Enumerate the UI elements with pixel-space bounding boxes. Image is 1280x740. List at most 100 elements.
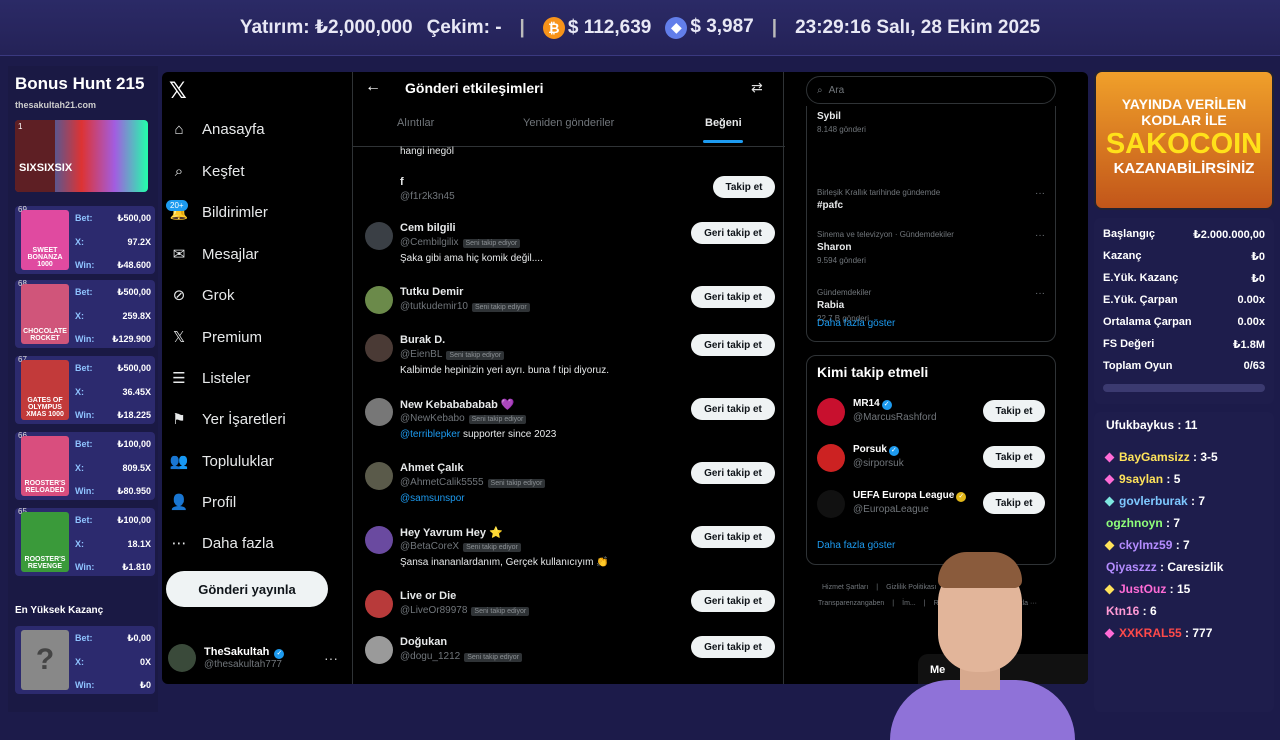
trend-item[interactable]: Sinema ve televizyon · Gündemdekiler Shar… [817, 230, 1045, 265]
stat-value: ₺0 [1251, 273, 1265, 285]
nav-item-8[interactable]: 👥 Topluluklar [169, 452, 274, 471]
user-handle: @BetaCoreX Seni takip ediyor [400, 541, 521, 552]
chat-text: : 6 [1139, 604, 1157, 618]
follow-button[interactable]: Geri takip et [691, 334, 775, 356]
more-icon[interactable]: ··· [324, 650, 338, 666]
who-to-follow-title: Kimi takip etmeli [817, 364, 929, 380]
avatar [365, 462, 393, 490]
user-bio: Kalbimde hepinizin yeri ayrı. buna f tip… [400, 365, 609, 376]
avatar [365, 286, 393, 314]
nav-item-1[interactable]: ⌕ Keşfet [170, 162, 245, 180]
back-arrow-icon[interactable]: ← [365, 78, 381, 96]
follow-button[interactable]: Geri takip et [691, 398, 775, 420]
avatar [365, 590, 393, 618]
nav-item-0[interactable]: ⌂ Anasayfa [170, 120, 265, 138]
footer-link[interactable]: Hizmet Şartları [822, 584, 868, 591]
follow-button[interactable]: Geri takip et [691, 462, 775, 484]
follow-button[interactable]: Geri takip et [691, 590, 775, 612]
nav-item-6[interactable]: ☰ Listeler [170, 369, 251, 388]
user-handle: @Cembilgilix Seni takip ediyor [400, 237, 521, 248]
stat-value: 0.00x [1237, 294, 1265, 306]
follows-you-badge: Seni takip ediyor [471, 607, 530, 616]
promo-line-2: KODLAR İLE [1141, 112, 1227, 128]
x-value: 97.2X [127, 237, 151, 247]
nav-icon: ☰ [172, 370, 186, 387]
follow-button[interactable]: Takip et [983, 446, 1045, 468]
x-logo-icon[interactable]: 𝕏 [169, 78, 187, 104]
user-handle: @AhmetCalik5555 Seni takip ediyor [400, 477, 546, 488]
account-switcher[interactable]: TheSakultah ✓ @thesakultah777 [168, 644, 285, 672]
btc-value: $ 112,639 [567, 16, 652, 38]
user-handle: @dogu_1212 Seni takip ediyor [400, 651, 522, 662]
diamond-icon [1104, 628, 1115, 639]
win-label: Win: [75, 486, 95, 496]
chat-user: Ktn16 [1106, 604, 1140, 618]
chat-text: : 7 [1187, 494, 1206, 508]
follow-button[interactable]: Geri takip et [691, 286, 775, 308]
nav-icon: 👤 [169, 494, 189, 511]
follow-button[interactable]: Geri takip et [691, 636, 775, 658]
trend-title: Sharon [817, 242, 852, 253]
follows-you-badge: Seni takip ediyor [463, 543, 521, 552]
user-name: New Kebabababab 💜 [400, 399, 515, 411]
nav-icon: ⚑ [172, 411, 186, 428]
more-icon[interactable]: ··· [1035, 288, 1045, 299]
nav-item-4[interactable]: ⊘ Grok [170, 286, 235, 305]
nav-item-10[interactable]: ⋯ Daha fazla [170, 534, 274, 553]
win-value: ₺129.900 [112, 334, 151, 344]
stat-row: Toplam Oyun 0/63 [1103, 360, 1265, 372]
win-value: ₺1.810 [122, 562, 151, 572]
separator: | [519, 16, 525, 38]
follow-button[interactable]: Takip et [713, 176, 775, 198]
chat-text: : 5 [1163, 472, 1181, 486]
nav-item-3[interactable]: ✉ Mesajlar [170, 245, 259, 264]
nav-label: Bildirimler [202, 203, 268, 221]
trend-context: Gündemdekiler [817, 288, 872, 297]
verified-icon: ✓ [956, 492, 967, 502]
promo-line-1: YAYINDA VERİLEN [1121, 96, 1247, 112]
post-button[interactable]: Gönderi yayınla [166, 571, 328, 607]
bet-value: ₺100,00 [117, 515, 151, 525]
user-bio: Şansa inananlardanım, Gerçek kullanıcıyı… [400, 557, 609, 568]
chat-message: ogzhnoyn : 7 [1106, 516, 1180, 530]
nav-item-7[interactable]: ⚑ Yer İşaretleri [170, 410, 285, 429]
trend-item[interactable]: Sybil 8.148 gönderi [817, 108, 1045, 134]
follow-button[interactable]: Geri takip et [691, 526, 775, 548]
follow-button[interactable]: Takip et [983, 400, 1045, 422]
slot-card: 69SWEET BONANZA 1000Bet:₺500,00X:97.2XWi… [15, 205, 155, 274]
nav-item-5[interactable]: 𝕏 Premium [170, 328, 262, 347]
user-bio: @terriblepker supporter since 2023 [400, 429, 557, 440]
bio-link[interactable]: @terriblepker [400, 429, 460, 440]
account-handle: @sirporsuk [853, 458, 904, 469]
more-icon[interactable]: ··· [1035, 230, 1045, 241]
tab-quotes[interactable]: Alıntılar [397, 117, 434, 129]
eth-value: $ 3,987 [690, 16, 754, 38]
trend-item[interactable]: Birleşik Krallık tarihinde gündemde #pafc… [817, 188, 1045, 211]
more-icon[interactable]: ··· [1035, 188, 1045, 199]
nav-item-9[interactable]: 👤 Profil [169, 493, 237, 512]
nav-icon: 👥 [169, 453, 189, 470]
withdraw-text: Çekim: - [426, 16, 502, 38]
tab-reposts[interactable]: Yeniden gönderiler [523, 117, 614, 129]
top-info-bar: Yatırım: ₺2,000,000 Çekim: - | ₿ $ 112,63… [0, 0, 1280, 56]
eth-price: ◆ $ 3,987 [665, 16, 754, 39]
bet-label: Bet: [75, 363, 93, 373]
follow-button[interactable]: Takip et [983, 492, 1045, 514]
search-input[interactable]: ⌕ Ara [806, 76, 1056, 104]
bet-value: ₺0,00 [127, 633, 151, 643]
nav-label: Listeler [202, 369, 251, 387]
nav-icon: ⊘ [172, 287, 186, 304]
x-label: X: [75, 657, 84, 667]
nav-label: Mesajlar [202, 245, 259, 263]
nav-label: Anasayfa [202, 120, 265, 138]
bio-link[interactable]: @samsunspor [400, 493, 465, 504]
show-more-link[interactable]: Daha fazla göster [817, 318, 895, 329]
chat-panel: Ufukbaykus : 11 BayGamsizz : 3-5 9saylan :… [1094, 412, 1274, 712]
bet-value: ₺500,00 [117, 213, 151, 223]
tab-likes[interactable]: Beğeni [705, 117, 742, 129]
follow-button[interactable]: Geri takip et [691, 222, 775, 244]
trend-title: Sybil [817, 111, 841, 122]
filter-icon[interactable]: ⇄ [751, 79, 763, 96]
webcam-overlay [880, 540, 1085, 740]
bitcoin-icon: ₿ [542, 16, 565, 39]
